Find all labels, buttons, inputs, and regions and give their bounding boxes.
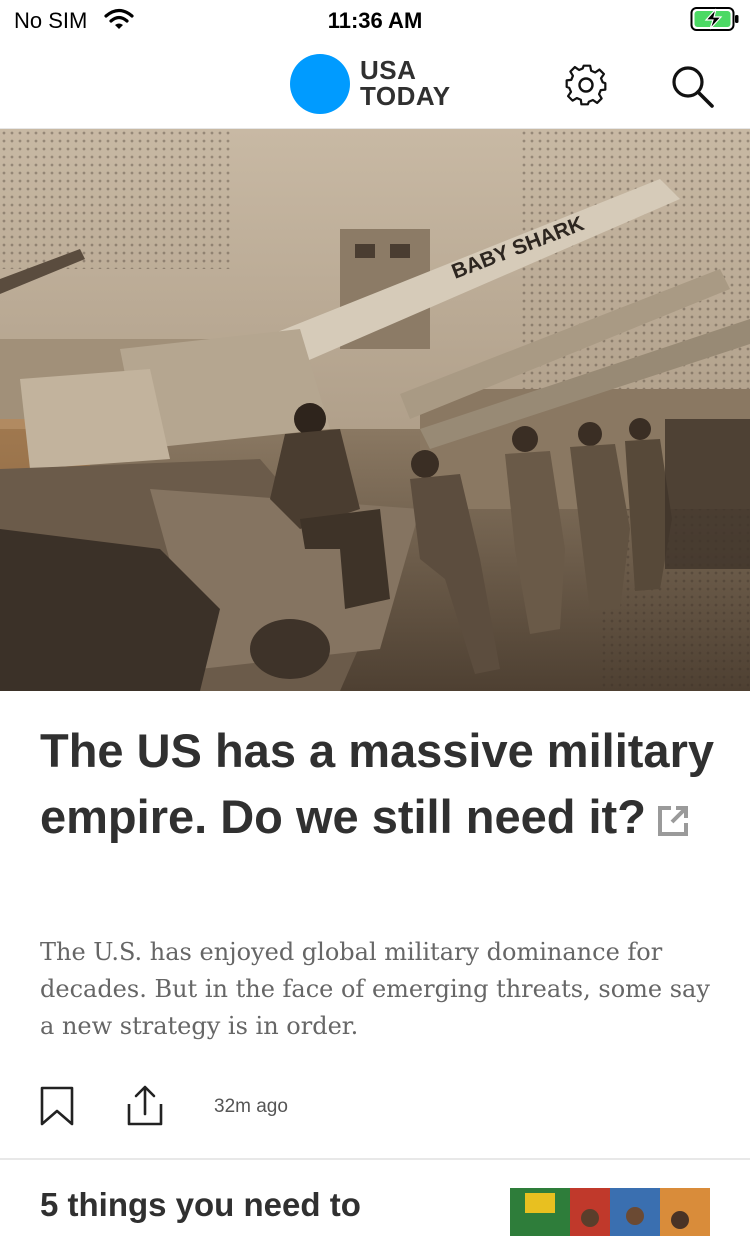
usa-today-logo-dot[interactable] xyxy=(290,54,350,114)
next-article-thumbnail[interactable] xyxy=(510,1188,710,1236)
usa-today-logo[interactable]: USA TODAY xyxy=(360,57,451,109)
battery-charging-icon xyxy=(690,7,739,31)
bookmark-icon[interactable] xyxy=(40,1086,74,1126)
logo-line-today: TODAY xyxy=(360,81,451,111)
search-icon[interactable] xyxy=(668,62,716,110)
hero-photo: BABY SHARK xyxy=(0,129,750,691)
article-actions: 32m ago xyxy=(0,1082,750,1132)
logo-line-usa: USA xyxy=(360,55,417,85)
divider xyxy=(0,1158,750,1160)
headline-text: The US has a massive military empire. Do… xyxy=(40,724,714,843)
share-icon[interactable] xyxy=(125,1084,165,1128)
article-summary[interactable]: The U.S. has enjoyed global military dom… xyxy=(40,934,710,1045)
article-timestamp: 32m ago xyxy=(214,1096,288,1117)
next-article-title[interactable]: 5 things you need to xyxy=(40,1186,361,1224)
article-headline[interactable]: The US has a massive military empire. Do… xyxy=(40,718,720,850)
external-link-icon xyxy=(657,805,688,836)
status-time: 11:36 AM xyxy=(327,8,423,33)
status-bar: No SIM 11:36 AM xyxy=(0,0,750,42)
app-header: USA TODAY xyxy=(0,42,750,129)
gear-icon[interactable] xyxy=(563,62,609,108)
hero-image[interactable]: BABY SHARK xyxy=(0,129,750,691)
next-article-photo xyxy=(510,1188,710,1236)
